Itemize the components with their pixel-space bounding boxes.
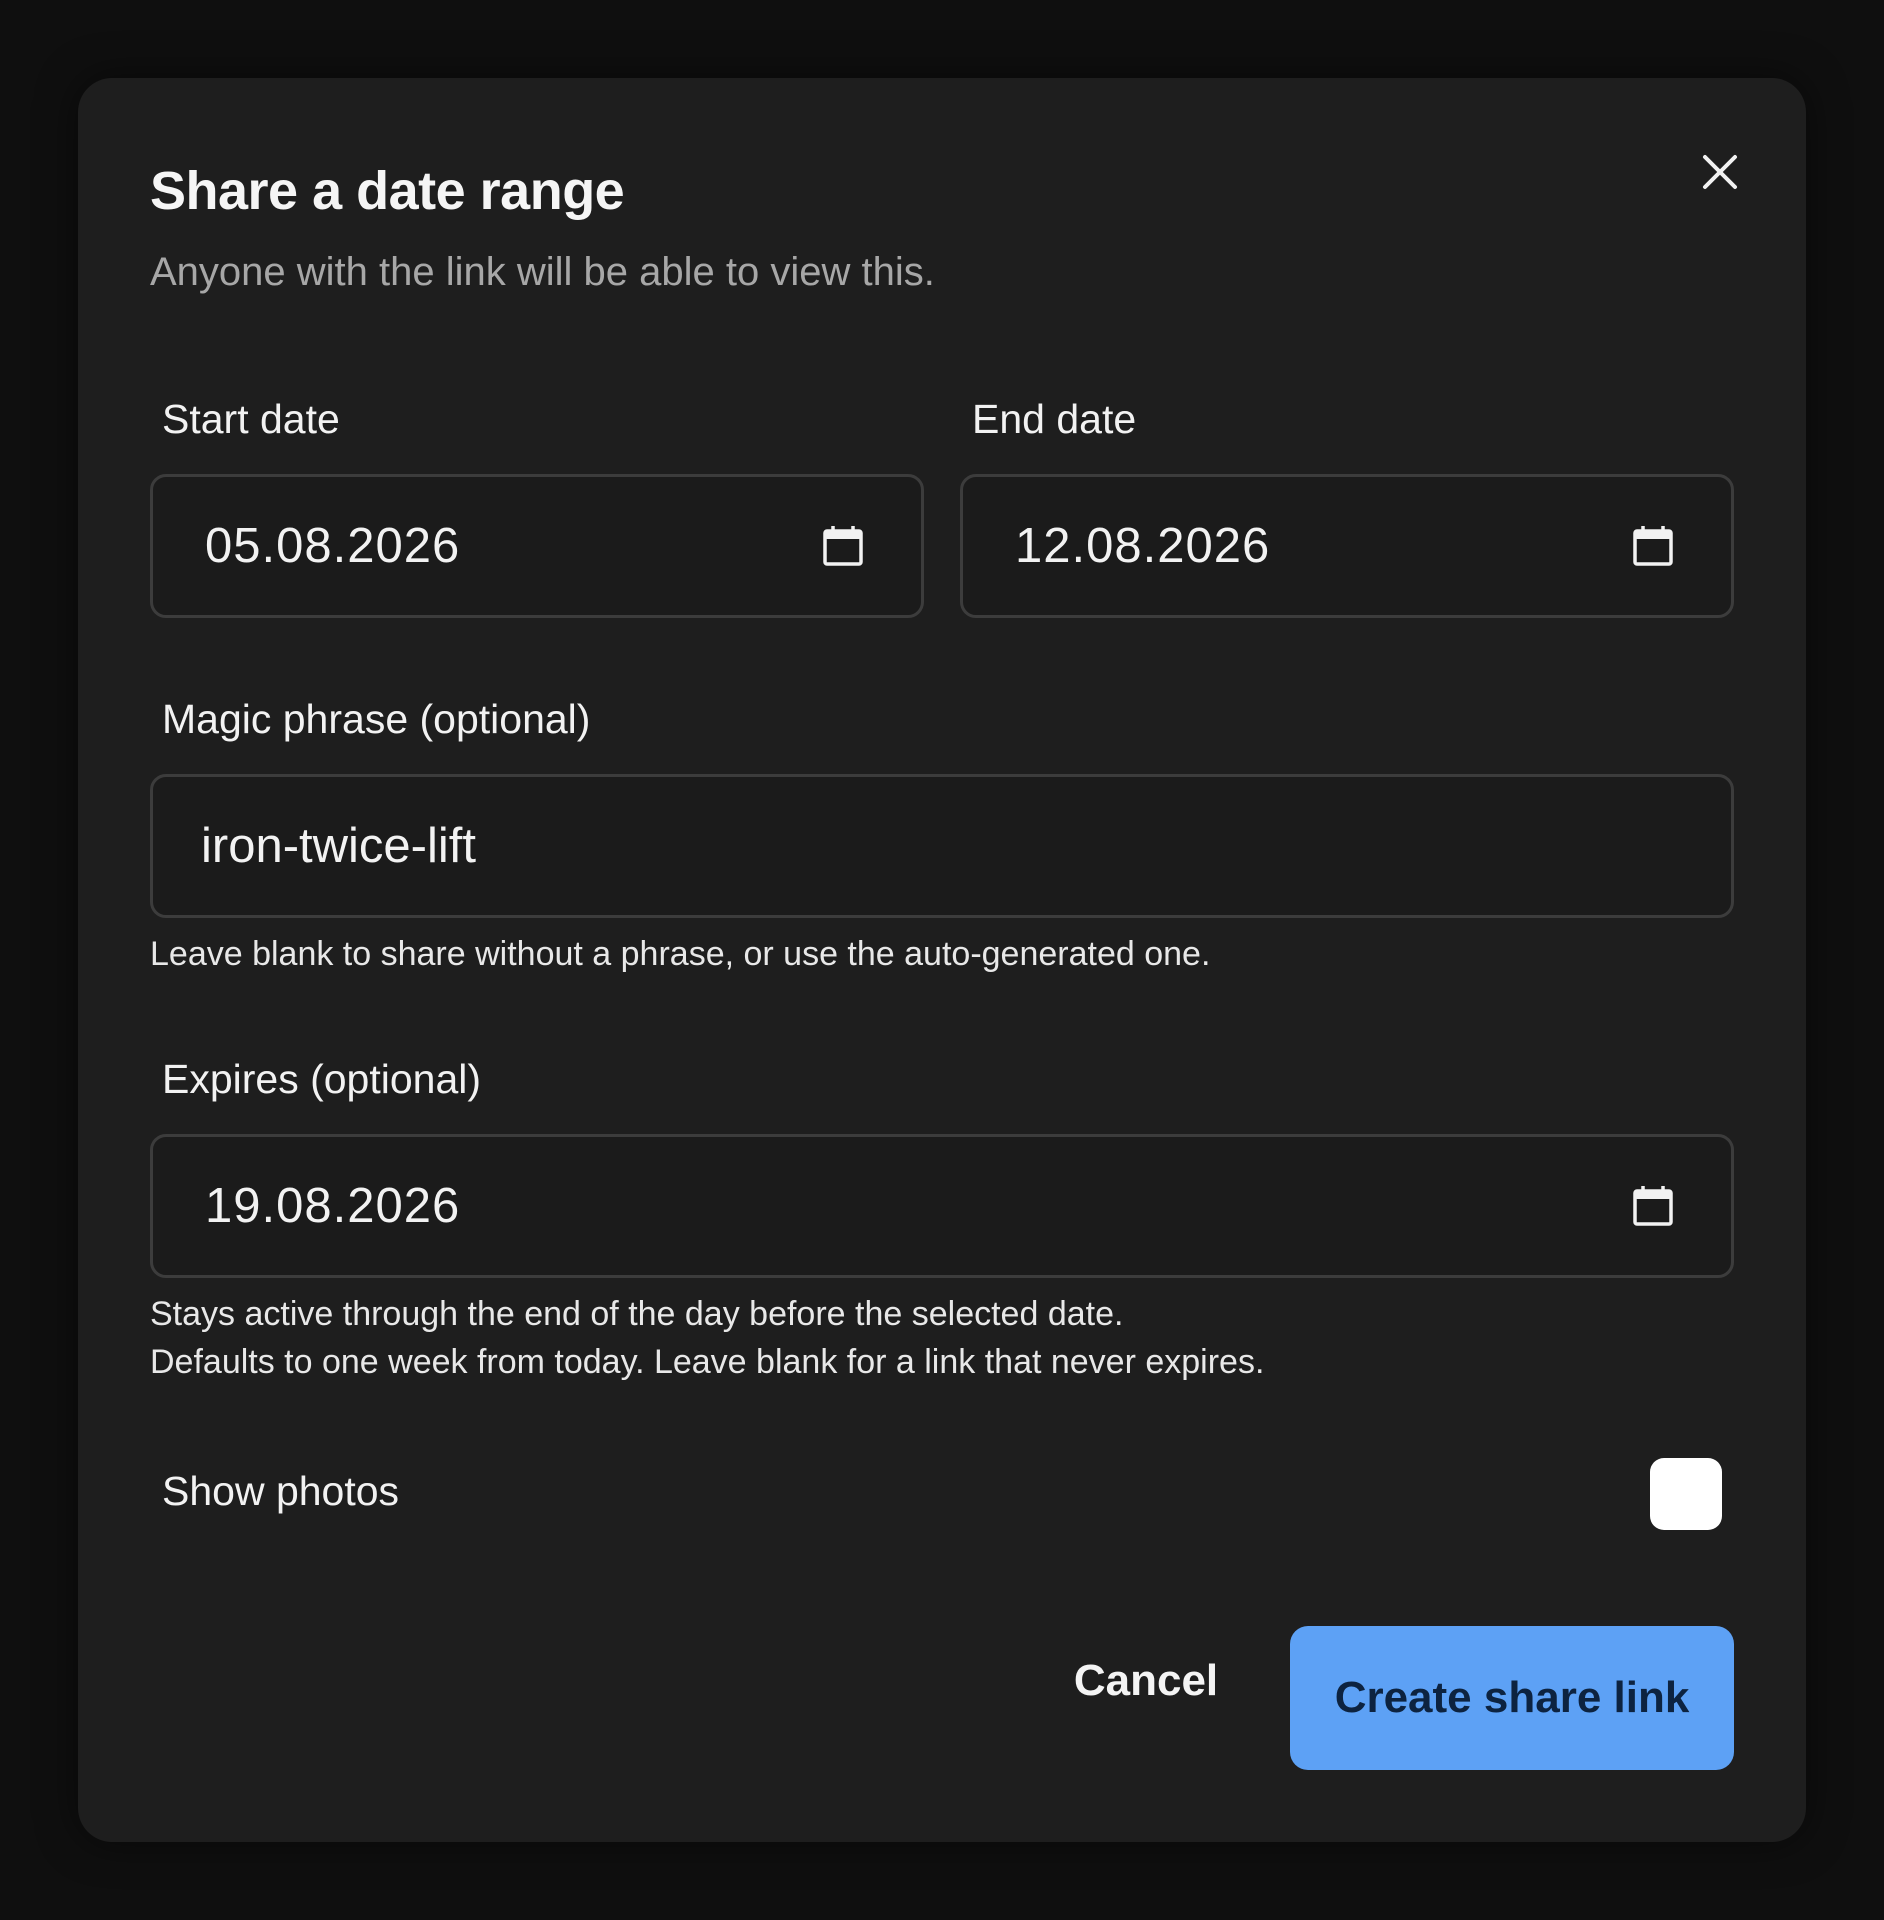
end-date-label: End date — [972, 396, 1137, 442]
expires-label: Expires (optional) — [162, 1056, 482, 1102]
magic-phrase-label: Magic phrase (optional) — [162, 696, 591, 742]
calendar-icon[interactable] — [821, 524, 865, 568]
start-date-label: Start date — [162, 396, 340, 442]
magic-phrase-help: Leave blank to share without a phrase, o… — [150, 935, 1211, 973]
expires-help-line2: Defaults to one week from today. Leave b… — [150, 1343, 1265, 1381]
expires-help-line1: Stays active through the end of the day … — [150, 1295, 1124, 1333]
close-button[interactable] — [1686, 138, 1754, 206]
dialog-title: Share a date range — [150, 161, 625, 221]
start-date-field[interactable]: 05.08.2026 — [150, 474, 924, 618]
create-share-link-button[interactable]: Create share link — [1290, 1626, 1734, 1770]
expires-date-field[interactable]: 19.08.2026 — [150, 1134, 1734, 1278]
expires-date-value: 19.08.2026 — [205, 1179, 461, 1233]
share-dialog: Share a date range Anyone with the link … — [78, 78, 1806, 1842]
start-date-value: 05.08.2026 — [205, 519, 461, 573]
end-date-field[interactable]: 12.08.2026 — [960, 474, 1734, 618]
cancel-button[interactable]: Cancel — [1058, 1626, 1234, 1736]
calendar-icon[interactable] — [1631, 524, 1675, 568]
close-icon — [1703, 155, 1737, 189]
magic-phrase-value: iron-twice-lift — [201, 819, 476, 873]
magic-phrase-input[interactable]: iron-twice-lift — [150, 774, 1734, 918]
dialog-subtitle: Anyone with the link will be able to vie… — [150, 250, 935, 294]
show-photos-label: Show photos — [162, 1468, 400, 1514]
show-photos-checkbox[interactable] — [1650, 1458, 1722, 1530]
end-date-value: 12.08.2026 — [1015, 519, 1271, 573]
calendar-icon[interactable] — [1631, 1184, 1675, 1228]
